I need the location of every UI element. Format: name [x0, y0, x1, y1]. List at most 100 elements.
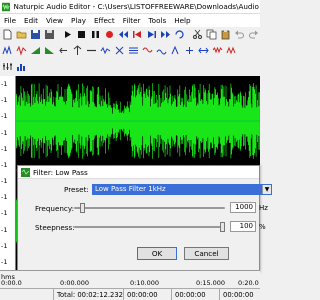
low-pass-filter-dialog: Filter: Low Pass Preset: Low Pass Filter…: [17, 165, 272, 272]
menu-edit[interactable]: Edit: [20, 16, 42, 25]
effect-reverb-button[interactable]: [127, 44, 140, 57]
paste-icon: [221, 30, 230, 40]
effect-stretch-button[interactable]: [197, 44, 210, 57]
distortion-icon: [226, 46, 236, 55]
fade-in-icon: [31, 47, 40, 54]
copy-button[interactable]: [205, 28, 218, 41]
save-as-button[interactable]: [43, 28, 56, 41]
ruler-tick: -1: [1, 96, 8, 105]
skip-end-icon: [148, 31, 156, 38]
effect-normalize-button[interactable]: [1, 44, 14, 57]
reverse-icon: [59, 47, 67, 54]
flanger-icon: [156, 49, 167, 55]
forward-button[interactable]: [159, 28, 172, 41]
effect-delay-button[interactable]: [113, 44, 126, 57]
status-selection-end: 00:00:00: [223, 290, 254, 299]
ruler-tick: -1: [1, 144, 8, 153]
echo-icon: [100, 46, 111, 55]
frequency-input[interactable]: 1000: [230, 202, 256, 213]
effect-fade-in-button[interactable]: [29, 44, 42, 57]
effect-fade-out-button[interactable]: [43, 44, 56, 57]
timeline-mark: 0:10.000: [130, 279, 160, 287]
ruler-tick: -1: [1, 128, 8, 137]
filter-eq-button[interactable]: [1, 60, 14, 73]
steepness-slider[interactable]: [74, 222, 225, 232]
effect-vibrato-button[interactable]: [211, 44, 224, 57]
menu-play[interactable]: Play: [67, 16, 90, 25]
menu-view[interactable]: View: [42, 16, 67, 25]
filter-spectrum-button[interactable]: [15, 60, 28, 73]
effect-reverse-button[interactable]: [57, 44, 70, 57]
effect-chorus-button[interactable]: [141, 44, 154, 57]
paste-button[interactable]: [219, 28, 232, 41]
preset-dropdown[interactable]: Low Pass Filter 1kHz ▼: [92, 184, 272, 195]
invert-icon: [73, 45, 82, 55]
timeline-mark: 0:15.000: [196, 279, 226, 287]
effect-invert-button[interactable]: [71, 44, 84, 57]
spectrum-icon: [17, 64, 25, 71]
frequency-slider-thumb[interactable]: [80, 203, 85, 213]
effect-flanger-button[interactable]: [155, 44, 168, 57]
timeline-mark: 0:00.000: [60, 279, 90, 287]
timeline-mark: 0:20.0: [238, 279, 259, 287]
chevron-down-icon[interactable]: ▼: [262, 185, 271, 194]
skip-start-button[interactable]: [131, 28, 144, 41]
ruler-tick: -1: [1, 241, 8, 250]
menu-filter[interactable]: Filter: [119, 16, 145, 25]
menu-help[interactable]: Help: [170, 16, 194, 25]
cut-button[interactable]: [191, 28, 204, 41]
pitch-icon: [171, 45, 179, 55]
dialog-title: Filter: Low Pass: [33, 167, 88, 177]
effects-toolbar: [0, 43, 260, 58]
stretch-icon: [198, 47, 209, 54]
frequency-slider[interactable]: [74, 203, 225, 213]
skip-end-button[interactable]: [145, 28, 158, 41]
rewind-button[interactable]: [117, 28, 130, 41]
effect-tempo-button[interactable]: [183, 44, 196, 57]
effect-distortion-button[interactable]: [225, 44, 238, 57]
menu-file[interactable]: File: [0, 16, 20, 25]
loop-button[interactable]: [173, 28, 186, 41]
status-bar: Total: 00:02:12.232 00:00:00 00:00:00 00…: [0, 288, 260, 300]
steepness-label: Steepness:: [35, 223, 75, 232]
record-button[interactable]: [103, 28, 116, 41]
dialog-title-bar: Filter: Low Pass: [18, 166, 259, 179]
effect-echo-button[interactable]: [99, 44, 112, 57]
preset-label: Preset:: [64, 185, 89, 194]
ruler-tick: -1: [1, 225, 8, 234]
frequency-label: Frequency:: [35, 204, 75, 213]
filter-toolbar: [0, 59, 40, 74]
steepness-input[interactable]: 100: [230, 221, 256, 232]
menu-effect[interactable]: Effect: [90, 16, 119, 25]
effect-silence-button[interactable]: [85, 44, 98, 57]
steepness-slider-thumb[interactable]: [220, 222, 225, 232]
steepness-unit: %: [259, 223, 266, 231]
pause-button[interactable]: [89, 28, 102, 41]
save-button[interactable]: [29, 28, 42, 41]
new-file-button[interactable]: [1, 28, 14, 41]
steepness-slider-track: [74, 226, 225, 228]
cancel-button[interactable]: Cancel: [184, 247, 229, 260]
scissors-icon: [193, 29, 202, 39]
timeline-ruler[interactable]: hms 0:00.0 0:00.000 0:10.000 0:15.000 0:…: [0, 270, 260, 288]
ruler-tick: -1: [1, 193, 8, 202]
frequency-unit: Hz: [259, 204, 268, 212]
open-file-button[interactable]: [15, 28, 28, 41]
effect-amplify-button[interactable]: [15, 44, 28, 57]
frequency-slider-track: [74, 207, 225, 209]
effect-pitch-button[interactable]: [169, 44, 182, 57]
ok-button[interactable]: OK: [137, 247, 177, 260]
timeline-start: 0:00.0: [1, 279, 22, 287]
menu-tools[interactable]: Tools: [145, 16, 171, 25]
undo-button[interactable]: [233, 28, 246, 41]
silence-icon: [87, 49, 96, 52]
redo-button[interactable]: [247, 28, 260, 41]
skip-start-icon: [133, 31, 141, 38]
copy-icon: [206, 29, 217, 40]
play-icon: [65, 31, 71, 38]
play-button[interactable]: [61, 28, 74, 41]
stop-button[interactable]: [75, 28, 88, 41]
normalize-icon: [2, 45, 12, 55]
equalizer-icon: [3, 63, 12, 70]
folder-icon: [16, 31, 27, 39]
